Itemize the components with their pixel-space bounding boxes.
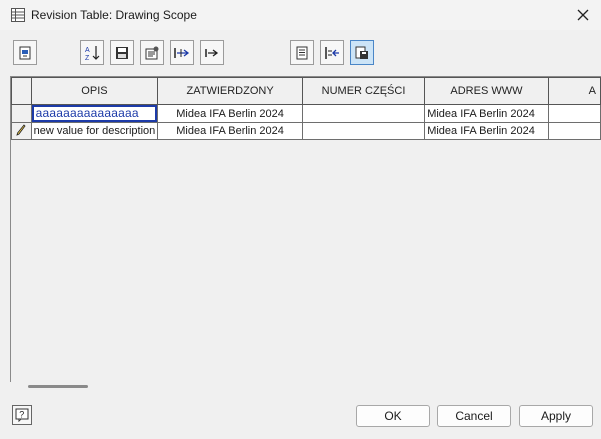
table-cell[interactable] xyxy=(301,104,426,123)
move-column-left-button[interactable] xyxy=(170,40,194,65)
save-as-button[interactable] xyxy=(350,40,374,65)
table-cell[interactable]: Midea IFA Berlin 2024 xyxy=(157,104,303,123)
column-header-numer-czesci[interactable]: NUMER CZĘŚCI xyxy=(301,77,426,105)
sort-az-icon: A Z xyxy=(85,45,100,62)
horizontal-scrollbar[interactable] xyxy=(28,385,88,388)
table-cell[interactable]: Midea IFA Berlin 2024 xyxy=(424,104,549,123)
title-bar: Revision Table: Drawing Scope xyxy=(0,0,601,30)
properties-icon xyxy=(145,46,159,59)
save-table-icon xyxy=(116,46,128,59)
table-cell[interactable]: Midea IFA Berlin 2024 xyxy=(424,122,549,140)
move-column-right-icon xyxy=(205,48,219,57)
help-icon: ? xyxy=(15,408,29,422)
insert-row-icon xyxy=(19,46,31,59)
column-insert-icon xyxy=(325,46,339,59)
table-cell[interactable] xyxy=(547,104,601,123)
table-cell[interactable]: new value for description xyxy=(30,122,159,140)
table-row: new value for description Midea IFA Berl… xyxy=(11,122,601,140)
properties-button[interactable] xyxy=(140,40,164,65)
header-row: OPIS ZATWIERDZONY NUMER CZĘŚCI ADRES WWW… xyxy=(11,77,601,105)
table-cell[interactable]: aaaaaaaaaaaaaaa xyxy=(30,104,159,123)
svg-text:A: A xyxy=(85,47,90,54)
svg-text:?: ? xyxy=(19,410,24,420)
table-cell[interactable]: Midea IFA Berlin 2024 xyxy=(157,122,303,140)
table-cell[interactable] xyxy=(547,122,601,140)
column-header-zatwierdzony[interactable]: ZATWIERDZONY xyxy=(157,77,303,105)
table-row: aaaaaaaaaaaaaaa Midea IFA Berlin 2024 Mi… xyxy=(11,104,601,123)
column-header-adres-www[interactable]: ADRES WWW xyxy=(424,77,549,105)
pencil-icon xyxy=(16,123,26,136)
save-as-icon xyxy=(355,46,368,59)
sort-button[interactable]: A Z xyxy=(80,40,104,65)
cell-editor[interactable]: aaaaaaaaaaaaaaa xyxy=(32,105,157,122)
document-list-button[interactable] xyxy=(290,40,314,65)
column-header-a[interactable]: A xyxy=(547,77,601,105)
table-cell[interactable] xyxy=(301,122,426,140)
document-list-icon xyxy=(296,46,308,59)
save-table-button[interactable] xyxy=(110,40,134,65)
column-header-opis[interactable]: OPIS xyxy=(30,77,159,105)
close-button[interactable] xyxy=(571,3,595,27)
ok-button[interactable]: OK xyxy=(356,405,430,427)
table-icon xyxy=(11,8,25,22)
cancel-button[interactable]: Cancel xyxy=(437,405,511,427)
help-button[interactable]: ? xyxy=(12,405,32,425)
revision-grid[interactable]: OPIS ZATWIERDZONY NUMER CZĘŚCI ADRES WWW… xyxy=(10,76,601,382)
column-insert-button[interactable] xyxy=(320,40,344,65)
svg-text:Z: Z xyxy=(85,55,90,62)
apply-button[interactable]: Apply xyxy=(519,405,593,427)
close-icon xyxy=(577,9,589,21)
window-title: Revision Table: Drawing Scope xyxy=(31,8,197,22)
move-column-left-icon xyxy=(174,47,190,58)
row-selector[interactable] xyxy=(11,104,32,123)
insert-row-button[interactable] xyxy=(13,40,37,65)
move-column-right-button[interactable] xyxy=(200,40,224,65)
row-selector-header xyxy=(11,77,32,105)
row-selector[interactable] xyxy=(11,122,32,140)
revision-table: OPIS ZATWIERDZONY NUMER CZĘŚCI ADRES WWW… xyxy=(11,77,601,140)
